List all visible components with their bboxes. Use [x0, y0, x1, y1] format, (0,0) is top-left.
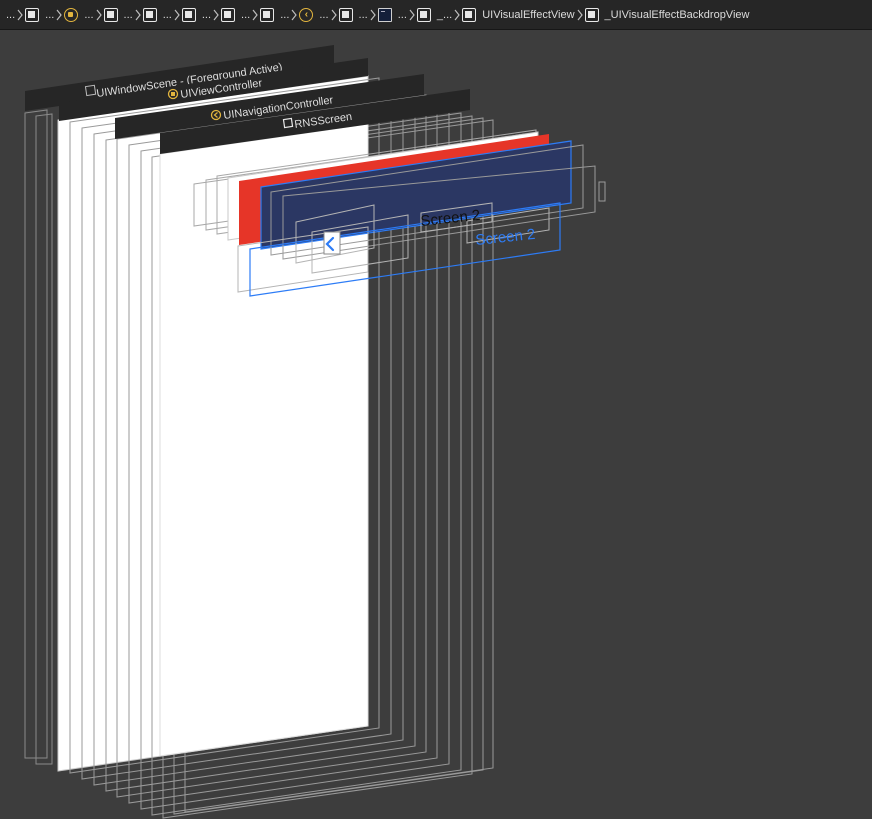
- chevron-right-icon: [94, 0, 104, 29]
- chevron-right-icon: [452, 0, 462, 29]
- breadcrumb-item-7[interactable]: ...: [221, 0, 251, 29]
- exploded-3d-view[interactable]: UIWindowScene - (Foreground Active) UIVi…: [0, 30, 872, 819]
- view-icon: [181, 7, 196, 22]
- layer-outline[interactable]: [35, 113, 53, 765]
- breadcrumb-item-12[interactable]: _...: [416, 0, 453, 29]
- view-hierarchy-canvas[interactable]: UIWindowScene - (Foreground Active) UIVi…: [0, 30, 872, 819]
- tiny-view-outline[interactable]: [598, 181, 606, 202]
- breadcrumb-item-4[interactable]: ...: [103, 0, 133, 29]
- breadcrumb-bar: ... ... ... ... ... ... ... ... ‹... ...…: [0, 0, 872, 30]
- view-controller-icon-core: [171, 92, 175, 96]
- breadcrumb-label: ...: [84, 8, 94, 21]
- view-icon: [142, 7, 157, 22]
- chevron-right-icon: [289, 0, 299, 29]
- breadcrumb-label: ...: [319, 8, 329, 21]
- chevron-right-icon: [407, 0, 417, 29]
- breadcrumb-item-visual-effect-view[interactable]: UIVisualEffectView: [462, 0, 575, 29]
- view-icon: [221, 7, 236, 22]
- breadcrumb-label: ...: [162, 8, 172, 21]
- breadcrumb-label: ...: [45, 8, 55, 21]
- view-icon: [25, 7, 40, 22]
- back-button-highlight[interactable]: [323, 231, 341, 255]
- view-controller-icon: [64, 7, 79, 22]
- breadcrumb-item-2[interactable]: ...: [25, 0, 55, 29]
- breadcrumb-label: ...: [241, 8, 251, 21]
- chevron-right-icon: [15, 0, 25, 29]
- back-button-title[interactable]: Screen 2: [475, 226, 536, 249]
- breadcrumb-item-1[interactable]: ...: [0, 0, 16, 29]
- breadcrumb-label: ...: [397, 8, 407, 21]
- chevron-right-icon: [368, 0, 378, 29]
- chevron-right-icon: [250, 0, 260, 29]
- breadcrumb-item-3[interactable]: ...: [64, 0, 94, 29]
- breadcrumb-item-backdrop-view[interactable]: _UIVisualEffectBackdropView: [584, 0, 750, 29]
- view-icon: [338, 7, 353, 22]
- breadcrumb-label: _...: [436, 8, 453, 21]
- breadcrumb-item-11[interactable]: ...: [377, 0, 407, 29]
- breadcrumb-item-6[interactable]: ...: [181, 0, 212, 29]
- view-icon: [103, 7, 118, 22]
- breadcrumb-label: ...: [201, 8, 212, 21]
- chevron-right-icon: [329, 0, 339, 29]
- breadcrumb-label: UIVisualEffectView: [482, 8, 575, 21]
- view-icon: [462, 7, 477, 22]
- breadcrumb-label: _UIVisualEffectBackdropView: [604, 8, 750, 21]
- view-icon: [416, 7, 431, 22]
- breadcrumb-item-8[interactable]: ...: [260, 0, 290, 29]
- breadcrumb-label: ...: [280, 8, 290, 21]
- chevron-right-icon: [575, 0, 585, 29]
- chevron-right-icon: [54, 0, 64, 29]
- chevron-right-icon: [211, 0, 221, 29]
- view-icon: [584, 7, 599, 22]
- breadcrumb-label: ...: [358, 8, 368, 21]
- breadcrumb-item-10[interactable]: ...: [338, 0, 368, 29]
- chevron-right-icon: [133, 0, 143, 29]
- layer-icon: [377, 7, 392, 22]
- breadcrumb-item-9[interactable]: ‹...: [299, 0, 329, 29]
- breadcrumb-item-5[interactable]: ...: [142, 0, 172, 29]
- breadcrumb-label: ...: [123, 8, 133, 21]
- view-icon: [260, 7, 275, 22]
- chevron-right-icon: [172, 0, 182, 29]
- navigation-controller-icon: ‹: [299, 7, 314, 22]
- breadcrumb-label: ...: [6, 8, 16, 21]
